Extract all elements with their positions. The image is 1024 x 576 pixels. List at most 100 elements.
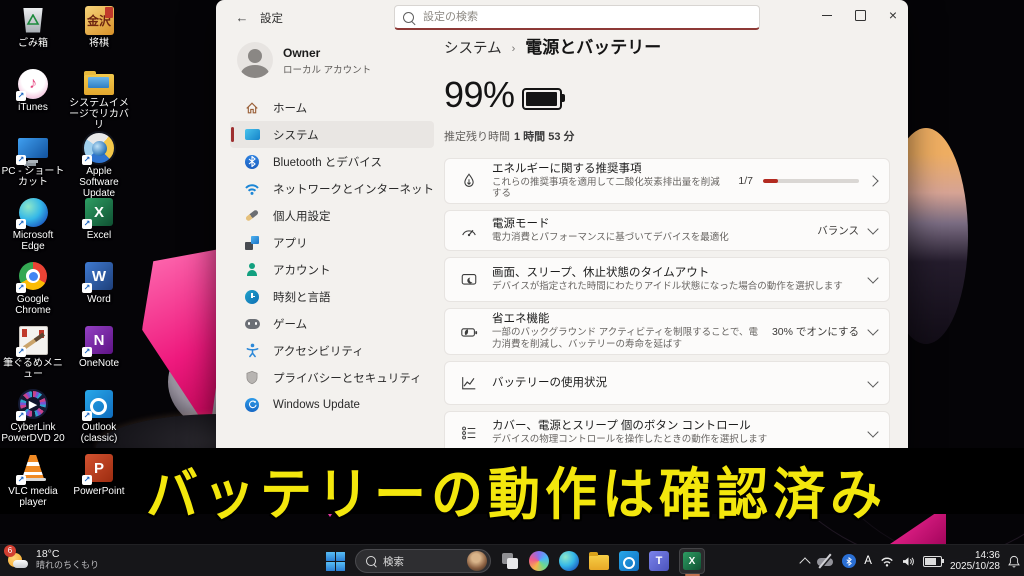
search-highlight-image (467, 551, 487, 571)
sidebar-item-home[interactable]: ホーム (230, 94, 434, 121)
breadcrumb-system[interactable]: システム (444, 37, 502, 58)
shortcut-arrow-icon: ↗ (82, 283, 92, 293)
power-mode-value: バランス (817, 223, 859, 238)
desktop-icon-vlc[interactable]: ↗ VLC media player (0, 451, 66, 515)
chevron-down-icon (867, 223, 878, 234)
bluetooth-tray-icon[interactable] (842, 554, 856, 568)
folder-icon (84, 74, 114, 95)
chevron-down-icon (867, 426, 878, 437)
shortcut-arrow-icon: ↗ (16, 475, 26, 485)
desktop-icon-powerdvd[interactable]: ▶↗ CyberLink PowerDVD 20 (0, 387, 66, 451)
shield-icon (244, 370, 260, 386)
chevron-down-icon (867, 376, 878, 387)
weather-temp: 18°C (36, 549, 99, 560)
caption-text: バッテリーの動作は確認済み (146, 449, 887, 530)
person-icon (244, 262, 260, 278)
taskbar: 6 18°C 晴れのちくもり 検索 T X (0, 544, 1024, 576)
copilot-button[interactable] (529, 551, 549, 571)
desktop-icon-word[interactable]: W↗ Word (66, 259, 132, 323)
tray-clock[interactable]: 14:36 2025/10/28 (950, 550, 1000, 572)
settings-search-box[interactable] (394, 5, 760, 30)
desktop-icon-itunes[interactable]: ♪↗ iTunes (0, 67, 66, 131)
sidebar-item-windows-update[interactable]: Windows Update (230, 391, 434, 418)
update-icon (244, 397, 260, 413)
sidebar-item-system[interactable]: システム (230, 121, 434, 148)
sidebar-item-gaming[interactable]: ゲーム (230, 310, 434, 337)
excel-taskbar-button-active[interactable]: X (679, 548, 705, 574)
home-icon (244, 100, 260, 116)
card-power-mode[interactable]: 電源モード 電力消費とパフォーマンスに基づいてデバイスを最適化 バランス (444, 210, 890, 251)
notification-bell-icon[interactable] (1008, 555, 1020, 568)
sidebar-item-time-language[interactable]: 時刻と言語 (230, 283, 434, 310)
desktop-icon-onenote[interactable]: N↗ OneNote (66, 323, 132, 387)
file-explorer-button[interactable] (589, 553, 609, 570)
desktop-icon-system-image-recovery[interactable]: システムイメージでリカバリ (66, 67, 132, 131)
hidden-icons-chevron[interactable] (800, 557, 811, 568)
task-view-button[interactable] (501, 552, 519, 570)
energy-saver-battery-icon (459, 323, 479, 341)
desktop-icon-microsoft-edge[interactable]: ↗ Microsoft Edge (0, 195, 66, 259)
desktop-icon-recycle-bin[interactable]: ごみ箱 (0, 3, 66, 67)
battery-tray-icon[interactable] (923, 556, 942, 567)
outlook-taskbar-button[interactable] (619, 551, 639, 571)
shortcut-arrow-icon: ↗ (82, 411, 92, 421)
task-view-icon (501, 552, 519, 570)
onedrive-paused-icon[interactable] (817, 555, 834, 567)
weather-widget[interactable]: 6 18°C 晴れのちくもり (6, 548, 99, 572)
recycle-bin-icon (22, 8, 44, 33)
shortcut-arrow-icon: ↗ (16, 283, 26, 293)
volume-tray-icon[interactable] (902, 556, 915, 567)
avatar[interactable] (237, 42, 273, 78)
shortcut-arrow-icon: ↗ (82, 219, 92, 229)
caption-band: バッテリーの動作は確認済み (0, 448, 1024, 514)
settings-sidebar: ホーム システム Bluetooth とデバイス ネットワークとインターネット … (230, 94, 434, 418)
desktop-icon-fudegurume[interactable]: ↗ 筆ぐるめメニュー (0, 323, 66, 387)
page-title: 電源とバッテリー (525, 33, 661, 58)
sidebar-item-apps[interactable]: アプリ (230, 229, 434, 256)
sidebar-item-privacy-security[interactable]: プライバシーとセキュリティ (230, 364, 434, 391)
screen-sleep-icon (459, 271, 479, 289)
close-button[interactable]: × (878, 1, 908, 29)
desktop-icon-shogi[interactable]: 金沢 将棋 (66, 3, 132, 67)
sidebar-item-bluetooth-devices[interactable]: Bluetooth とデバイス (230, 148, 434, 175)
card-energy-saver[interactable]: 省エネ機能 一部のバックグラウンド アクティビティを制限することで、電力消費を削… (444, 308, 890, 355)
windows-logo-icon (326, 552, 345, 571)
desktop-icon-apple-software-update[interactable]: ↗ Apple Software Update (66, 131, 132, 195)
excel-icon: X (683, 552, 701, 570)
desktop-icon-grid: ごみ箱 金沢 将棋 ♪↗ iTunes システムイメージでリカバリ ↗ PC -… (0, 3, 132, 515)
system-icon (244, 127, 260, 143)
card-energy-recommendations[interactable]: エネルギーに関する推奨事項 これらの推奨事項を適用して二酸化炭素排出量を削減する… (444, 158, 890, 204)
account-type: ローカル アカウント (283, 62, 371, 76)
sidebar-item-accessibility[interactable]: アクセシビリティ (230, 337, 434, 364)
chevron-down-icon (867, 324, 878, 335)
desktop-icon-powerpoint[interactable]: P↗ PowerPoint (66, 451, 132, 515)
edge-icon (559, 551, 579, 571)
progress-bar (763, 179, 859, 183)
desktop-icon-excel[interactable]: X↗ Excel (66, 195, 132, 259)
settings-search-input[interactable] (421, 10, 751, 24)
sidebar-item-network-internet[interactable]: ネットワークとインターネット (230, 175, 434, 202)
minimize-button[interactable] (812, 1, 842, 29)
sidebar-item-accounts[interactable]: アカウント (230, 256, 434, 283)
folder-icon (589, 555, 609, 570)
chevron-down-icon (867, 272, 878, 283)
card-battery-usage[interactable]: バッテリーの使用状況 (444, 361, 890, 405)
ime-mode-indicator[interactable]: A (864, 555, 872, 567)
taskbar-search[interactable]: 検索 (355, 549, 491, 573)
teams-taskbar-button[interactable]: T (649, 551, 669, 571)
maximize-button[interactable] (845, 1, 875, 29)
shortcut-arrow-icon: ↗ (82, 155, 92, 165)
settings-window: ← 設定 × Owner ローカル アカウント ホーム システム Bluetoo… (216, 0, 908, 462)
edge-taskbar-button[interactable] (559, 551, 579, 571)
account-name: Owner (283, 46, 320, 60)
desktop-icon-pc-shortcut[interactable]: ↗ PC - ショートカット (0, 131, 66, 195)
sidebar-item-personalization[interactable]: 個人用設定 (230, 202, 434, 229)
wifi-tray-icon[interactable] (880, 556, 894, 567)
teams-icon: T (649, 551, 669, 571)
back-button[interactable]: ← (232, 7, 252, 27)
desktop-icon-outlook-classic[interactable]: ↗ Outlook (classic) (66, 387, 132, 451)
desktop-icon-google-chrome[interactable]: ↗ Google Chrome (0, 259, 66, 323)
card-screen-sleep-timeouts[interactable]: 画面、スリープ、休止状態のタイムアウト デバイスが指定された時間にわたりアイドル… (444, 257, 890, 302)
shortcut-arrow-icon: ↗ (82, 475, 92, 485)
start-button[interactable] (326, 552, 345, 571)
